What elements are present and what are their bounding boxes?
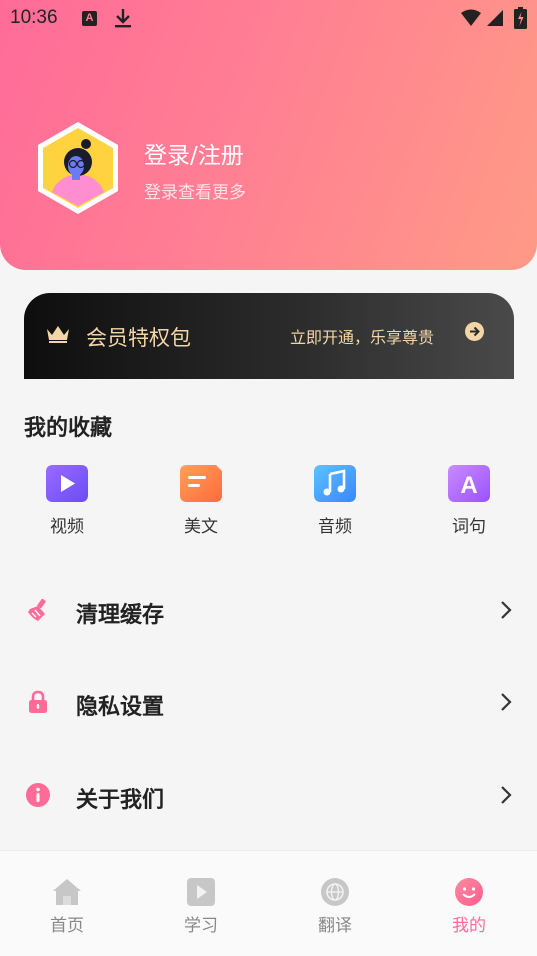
letter-a-icon: A	[448, 465, 490, 502]
vip-membership-card[interactable]: 会员特权包 立即开通，乐享尊贵	[24, 293, 514, 379]
arrow-right-circle-icon[interactable]	[465, 322, 484, 341]
info-icon	[26, 783, 50, 807]
home-icon	[53, 879, 81, 905]
favorites-title: 我的收藏	[24, 416, 113, 441]
favorite-label: 视频	[50, 517, 84, 537]
menu-about-us[interactable]: 关于我们	[0, 765, 537, 825]
tab-study[interactable]: 学习	[156, 877, 246, 937]
menu-privacy-settings[interactable]: 隐私设置	[0, 672, 537, 732]
favorite-audio[interactable]: 音频	[285, 462, 385, 542]
menu-clear-cache[interactable]: 清理缓存	[0, 580, 537, 640]
login-hint: 登录查看更多	[144, 183, 246, 203]
tab-label: 翻译	[318, 916, 352, 936]
tab-label: 首页	[50, 916, 84, 936]
menu-label: 关于我们	[76, 788, 165, 813]
smiley-icon	[455, 878, 483, 906]
status-bar: 10:36 A	[0, 0, 537, 36]
vip-title: 会员特权包	[86, 326, 191, 350]
crown-icon	[47, 326, 69, 343]
tab-label: 我的	[452, 916, 486, 936]
avatar[interactable]	[36, 120, 120, 216]
svg-text:A: A	[460, 472, 477, 499]
signal-icon	[487, 10, 503, 26]
favorite-label: 词句	[452, 517, 486, 537]
broom-icon	[28, 598, 46, 621]
vip-open-cta[interactable]: 立即开通，乐享尊贵	[290, 324, 434, 348]
battery-icon	[514, 7, 527, 29]
play-square-icon	[187, 878, 215, 906]
favorite-article[interactable]: 美文	[151, 462, 251, 542]
favorite-video[interactable]: 视频	[17, 462, 117, 542]
chevron-right-icon	[501, 601, 512, 619]
profile-header: 10:36 A 登录/注册 登录查看更多	[0, 0, 537, 270]
wifi-icon	[461, 9, 481, 26]
status-time: 10:36	[10, 7, 58, 28]
lock-icon	[29, 690, 47, 713]
video-play-icon	[46, 465, 88, 502]
favorite-label: 美文	[184, 517, 218, 537]
chevron-right-icon	[501, 693, 512, 711]
chevron-right-icon	[501, 786, 512, 804]
tab-mine[interactable]: 我的	[424, 877, 514, 937]
bottom-tab-bar: 首页 学习 翻译 我的	[0, 850, 537, 956]
article-icon	[180, 465, 222, 502]
music-note-icon	[314, 465, 356, 502]
menu-label: 隐私设置	[76, 695, 165, 720]
tab-home[interactable]: 首页	[22, 877, 112, 937]
app-notification-icon: A	[82, 11, 97, 26]
tab-label: 学习	[184, 916, 218, 936]
globe-icon	[321, 878, 349, 906]
favorite-label: 音频	[318, 517, 352, 537]
download-icon	[115, 9, 131, 28]
login-register-link[interactable]: 登录/注册	[144, 136, 244, 170]
favorite-phrase[interactable]: A 词句	[419, 462, 519, 542]
menu-label: 清理缓存	[76, 603, 165, 628]
tab-translate[interactable]: 翻译	[290, 877, 380, 937]
